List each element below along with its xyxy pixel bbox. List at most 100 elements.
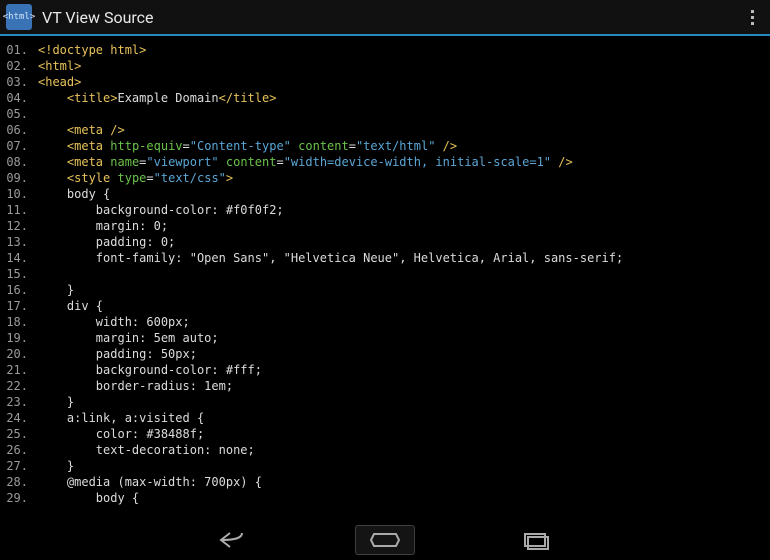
line-number: 06. [0,122,38,138]
line-number: 16. [0,282,38,298]
system-nav-bar [0,520,770,560]
line-number: 01. [0,42,38,58]
line-number: 10. [0,186,38,202]
code-line: 02.<html> [0,58,770,74]
code-line: 09. <style type="text/css"> [0,170,770,186]
code-line: 18. width: 600px; [0,314,770,330]
line-number: 09. [0,170,38,186]
app-logo-text: <html> [3,12,36,22]
line-number: 08. [0,154,38,170]
code-line: 03.<head> [0,74,770,90]
back-button[interactable] [205,525,265,555]
code-line: 01.<!doctype html> [0,42,770,58]
line-number: 14. [0,250,38,266]
line-content: body { [38,490,770,506]
line-number: 12. [0,218,38,234]
line-content: background-color: #fff; [38,362,770,378]
line-content: <meta /> [38,122,770,138]
line-number: 02. [0,58,38,74]
code-line: 26. text-decoration: none; [0,442,770,458]
line-number: 18. [0,314,38,330]
code-line: 27. } [0,458,770,474]
line-content: border-radius: 1em; [38,378,770,394]
code-line: 21. background-color: #fff; [0,362,770,378]
app-title: VT View Source [42,8,740,27]
line-content: padding: 0; [38,234,770,250]
code-line: 25. color: #38488f; [0,426,770,442]
code-line: 13. padding: 0; [0,234,770,250]
code-line: 19. margin: 5em auto; [0,330,770,346]
line-content: } [38,458,770,474]
line-number: 13. [0,234,38,250]
line-number: 17. [0,298,38,314]
line-content: @media (max-width: 700px) { [38,474,770,490]
recent-apps-button[interactable] [505,525,565,555]
line-number: 25. [0,426,38,442]
line-number: 07. [0,138,38,154]
code-line: 06. <meta /> [0,122,770,138]
line-content: margin: 5em auto; [38,330,770,346]
line-number: 03. [0,74,38,90]
line-number: 04. [0,90,38,106]
overflow-menu-button[interactable] [740,5,764,29]
code-line: 08. <meta name="viewport" content="width… [0,154,770,170]
dot-icon [751,16,754,19]
line-content: <meta http-equiv="Content-type" content=… [38,138,770,154]
line-content: background-color: #f0f0f2; [38,202,770,218]
line-content: width: 600px; [38,314,770,330]
dot-icon [751,22,754,25]
line-number: 11. [0,202,38,218]
line-content: text-decoration: none; [38,442,770,458]
app-logo: <html> [6,4,32,30]
line-number: 20. [0,346,38,362]
code-line: 24. a:link, a:visited { [0,410,770,426]
code-line: 28. @media (max-width: 700px) { [0,474,770,490]
code-line: 15. [0,266,770,282]
line-number: 26. [0,442,38,458]
line-content: div { [38,298,770,314]
line-content: a:link, a:visited { [38,410,770,426]
line-content: padding: 50px; [38,346,770,362]
line-number: 23. [0,394,38,410]
line-number: 05. [0,106,38,122]
code-line: 29. body { [0,490,770,506]
recent-apps-icon [518,530,552,550]
line-content: <!doctype html> [38,42,770,58]
line-number: 28. [0,474,38,490]
code-line: 04. <title>Example Domain</title> [0,90,770,106]
line-number: 21. [0,362,38,378]
code-line: 05. [0,106,770,122]
app-bar: <html> VT View Source [0,0,770,36]
line-content: font-family: "Open Sans", "Helvetica Neu… [38,250,770,266]
line-number: 22. [0,378,38,394]
code-line: 07. <meta http-equiv="Content-type" cont… [0,138,770,154]
source-code-view[interactable]: 01.<!doctype html>02.<html>03.<head>04. … [0,36,770,520]
back-icon [218,530,252,550]
code-line: 20. padding: 50px; [0,346,770,362]
line-number: 15. [0,266,38,282]
code-line: 14. font-family: "Open Sans", "Helvetica… [0,250,770,266]
code-line: 23. } [0,394,770,410]
line-content: <html> [38,58,770,74]
code-line: 17. div { [0,298,770,314]
line-content: margin: 0; [38,218,770,234]
line-content: <title>Example Domain</title> [38,90,770,106]
home-button[interactable] [355,525,415,555]
code-line: 12. margin: 0; [0,218,770,234]
app-window: <html> VT View Source 01.<!doctype html>… [0,0,770,560]
code-line: 11. background-color: #f0f0f2; [0,202,770,218]
line-content: } [38,394,770,410]
line-content: } [38,282,770,298]
home-icon [368,530,402,550]
line-content: body { [38,186,770,202]
dot-icon [751,10,754,13]
line-content [38,106,770,122]
line-number: 24. [0,410,38,426]
line-number: 27. [0,458,38,474]
line-content: <meta name="viewport" content="width=dev… [38,154,770,170]
line-content [38,266,770,282]
line-content: <head> [38,74,770,90]
code-line: 22. border-radius: 1em; [0,378,770,394]
code-line: 10. body { [0,186,770,202]
line-number: 29. [0,490,38,506]
